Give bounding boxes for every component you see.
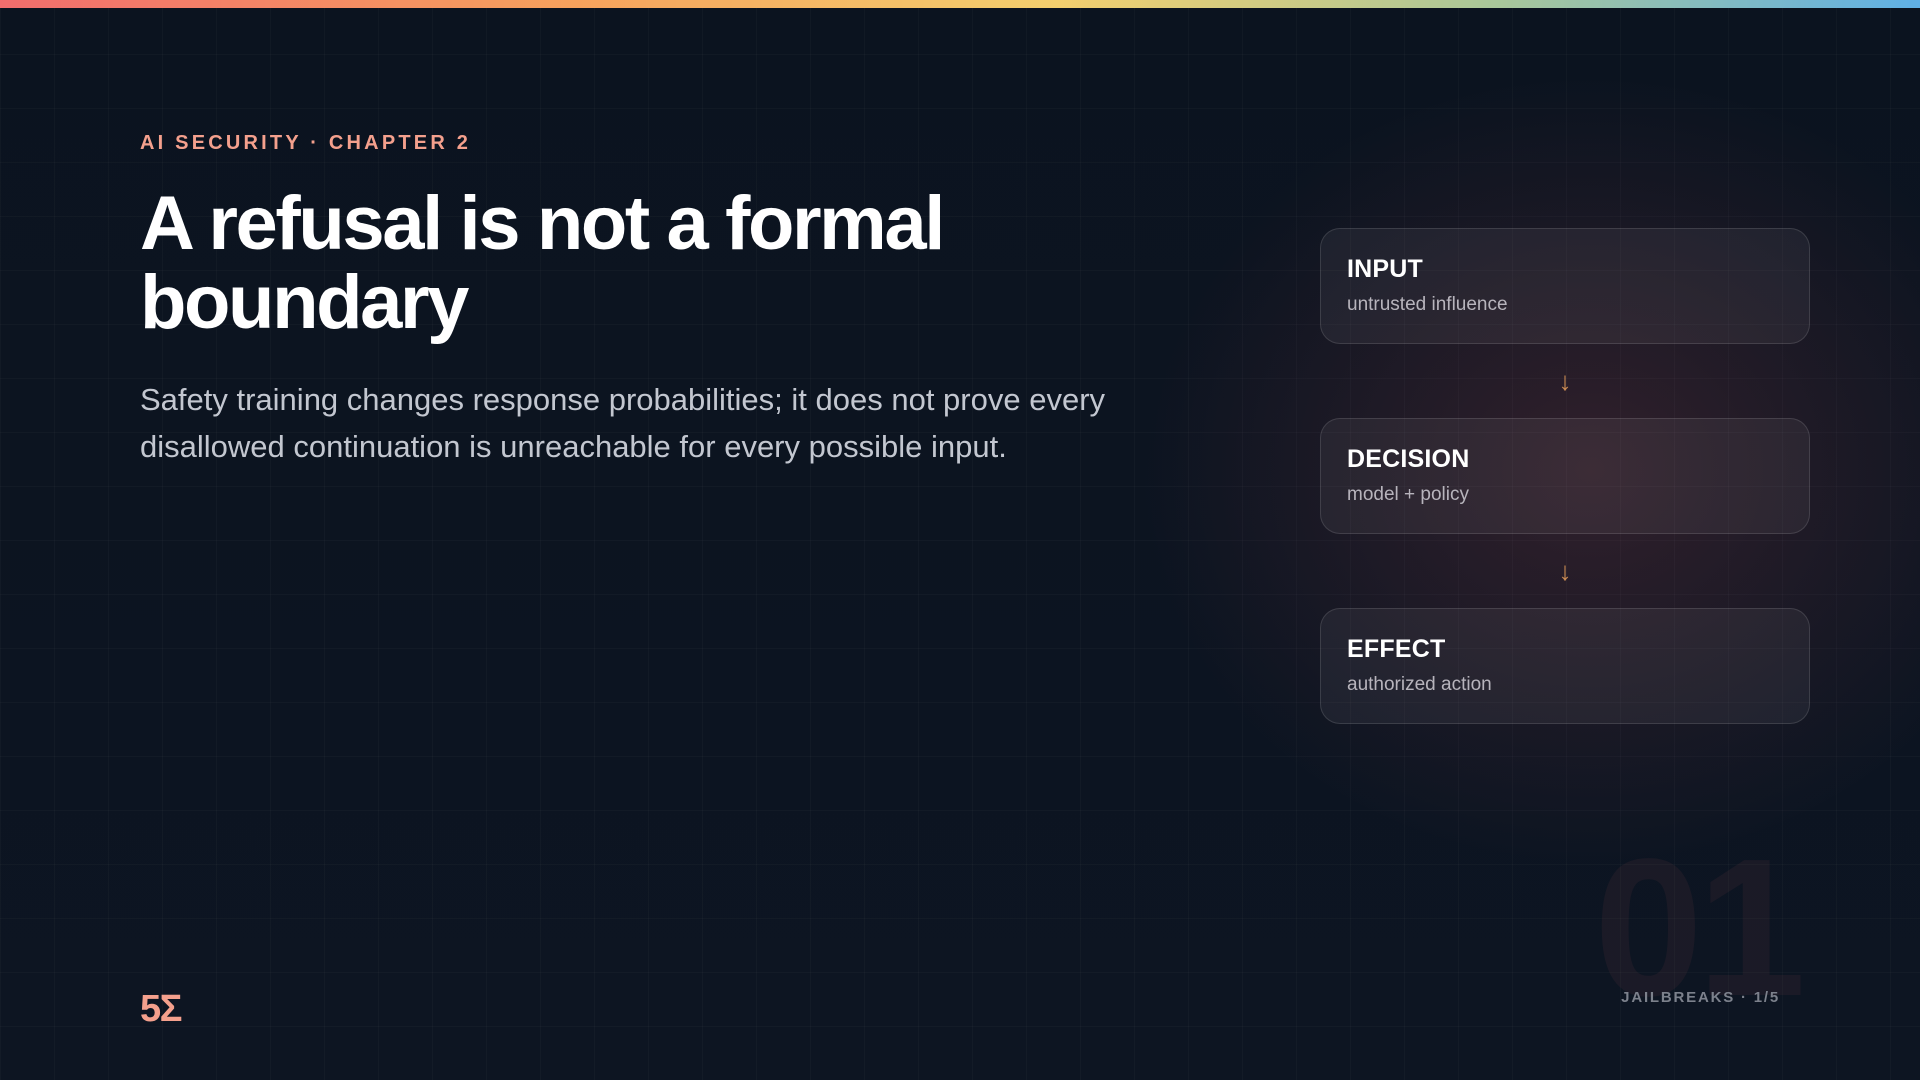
flow-card-title: DECISION xyxy=(1347,445,1470,473)
flow-diagram: INPUT untrusted influence ↓ DECISION mod… xyxy=(1320,228,1810,724)
slide-title: A refusal is not a formal boundary xyxy=(140,181,945,345)
flow-card-effect: EFFECT authorized action xyxy=(1320,608,1810,724)
slide-subtitle: Safety training changes response probabi… xyxy=(140,382,1106,464)
flow-card-decision: DECISION model + policy xyxy=(1320,418,1810,534)
section-progress-label: JAILBREAKS · 1/5 xyxy=(1621,989,1780,1006)
arrow-down-icon: ↓ xyxy=(1558,555,1572,586)
chapter-eyebrow: AI SECURITY · CHAPTER 2 xyxy=(140,132,472,154)
arrow-down-icon: ↓ xyxy=(1558,365,1572,396)
brand-logo: 5Σ xyxy=(140,988,182,1030)
flow-card-subtitle: authorized action xyxy=(1347,674,1492,695)
flow-card-subtitle: model + policy xyxy=(1347,484,1469,505)
top-gradient-bar xyxy=(0,0,1920,8)
flow-card-title: EFFECT xyxy=(1347,635,1446,663)
flow-card-input: INPUT untrusted influence xyxy=(1320,228,1810,344)
flow-card-title: INPUT xyxy=(1347,255,1423,283)
flow-card-subtitle: untrusted influence xyxy=(1347,294,1508,315)
